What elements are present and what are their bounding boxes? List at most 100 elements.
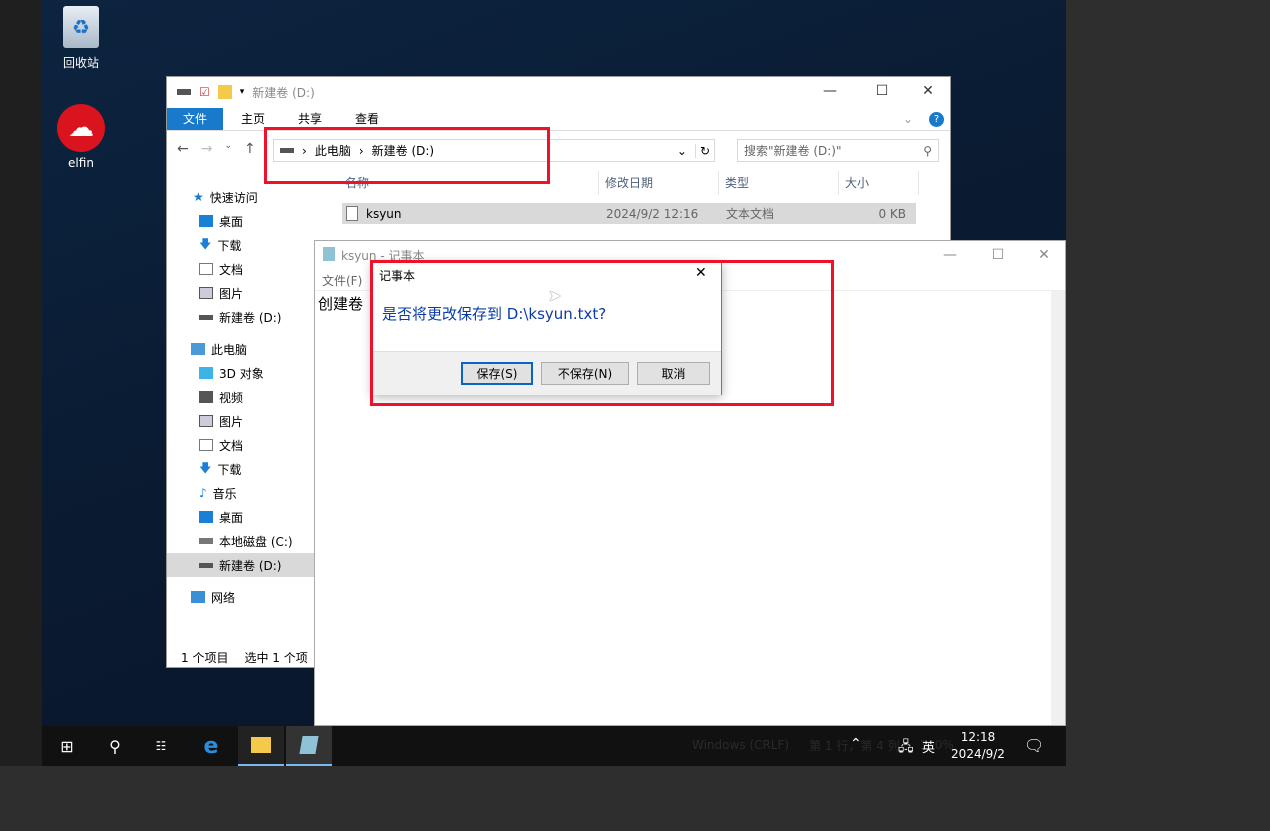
cube-icon xyxy=(199,367,213,379)
picture-icon xyxy=(199,287,213,299)
nav-label: 网络 xyxy=(211,590,236,605)
computer-icon xyxy=(191,343,205,355)
forward-arrow-icon[interactable]: → xyxy=(201,141,213,157)
action-center-icon[interactable]: 🗨 xyxy=(1024,736,1044,755)
search-icon: ⚲ xyxy=(923,143,932,158)
nav-label: 新建卷 (D:) xyxy=(219,310,282,325)
clock[interactable]: 12:18 2024/9/2 xyxy=(948,729,1008,763)
show-hidden-icons-button[interactable]: ⌃ xyxy=(850,736,862,752)
nav-drive-c[interactable]: 本地磁盘 (C:) xyxy=(167,529,315,553)
close-button[interactable]: ✕ xyxy=(905,77,951,105)
nav-label: 桌面 xyxy=(219,510,244,525)
nav-network[interactable]: 网络 xyxy=(167,585,315,609)
search-input[interactable]: 搜索"新建卷 (D:)" ⚲ xyxy=(737,139,939,162)
text-file-icon xyxy=(346,206,358,221)
nav-downloads[interactable]: 🡇 下载 xyxy=(167,233,315,257)
ime-indicator[interactable]: 英 xyxy=(922,737,935,756)
nav-label: 视频 xyxy=(219,390,244,405)
file-row[interactable]: ksyun 2024/9/2 12:16 文本文档 0 KB xyxy=(342,203,916,224)
notepad-taskbar-button[interactable] xyxy=(286,726,332,766)
notepad-text-area[interactable]: 创建卷 xyxy=(318,293,363,314)
elfin-shortcut[interactable]: ☁ elfin xyxy=(46,104,116,170)
ie-icon: e xyxy=(203,733,219,759)
nav-label: 快速访问 xyxy=(209,190,258,205)
nav-drive-d-quick[interactable]: 新建卷 (D:) xyxy=(167,305,315,329)
nav-videos[interactable]: 视频 xyxy=(167,385,315,409)
nav-label: 3D 对象 xyxy=(219,366,264,381)
column-type[interactable]: 类型 xyxy=(719,171,839,195)
nav-pc-documents[interactable]: 文档 xyxy=(167,433,315,457)
nav-desktop[interactable]: 桌面 xyxy=(167,209,315,233)
nav-drive-d[interactable]: 新建卷 (D:) xyxy=(167,553,315,577)
menu-file[interactable]: 文件(F) xyxy=(322,274,362,288)
notepad-minimize-button[interactable]: — xyxy=(927,241,973,269)
task-view-icon: ☷ xyxy=(155,739,167,753)
file-explorer-button[interactable] xyxy=(238,726,284,766)
desktop-icon xyxy=(199,215,213,227)
explorer-statusbar: 1 个项目 选中 1 个项 xyxy=(181,649,308,666)
download-icon: 🡇 xyxy=(199,236,212,251)
drive-icon xyxy=(199,562,213,568)
search-button[interactable]: ⚲ xyxy=(92,726,138,766)
nav-label: 图片 xyxy=(219,286,244,301)
nav-3d-objects[interactable]: 3D 对象 xyxy=(167,361,315,385)
address-highlight-box xyxy=(264,127,550,184)
quick-access-dropdown-icon[interactable]: ▾ xyxy=(240,87,245,97)
file-type: 文本文档 xyxy=(726,207,775,221)
network-warning-icon[interactable]: 🖧 xyxy=(898,736,914,760)
back-arrow-icon[interactable]: ← xyxy=(177,141,189,157)
help-icon[interactable]: ? xyxy=(929,112,944,127)
nav-label: 图片 xyxy=(219,414,244,429)
start-button[interactable]: ⊞ xyxy=(44,726,90,766)
nav-label: 文档 xyxy=(219,262,244,277)
refresh-icon[interactable]: ↻ xyxy=(694,143,714,158)
column-size[interactable]: 大小 xyxy=(839,171,919,195)
notepad-maximize-button[interactable]: ☐ xyxy=(975,241,1021,269)
recent-dropdown-icon[interactable]: ⌄ xyxy=(224,141,232,157)
nav-buttons: ← → ⌄ ↑ xyxy=(177,141,256,157)
internet-explorer-button[interactable]: e xyxy=(188,726,234,766)
picture-icon xyxy=(199,415,213,427)
maximize-button[interactable]: ☐ xyxy=(859,77,905,105)
nav-pc-pictures[interactable]: 图片 xyxy=(167,409,315,433)
up-arrow-icon[interactable]: ↑ xyxy=(244,141,256,157)
nav-pc-desktop[interactable]: 桌面 xyxy=(167,505,315,529)
dialog-highlight-box xyxy=(370,260,834,406)
drive-icon xyxy=(199,314,213,320)
clock-date: 2024/9/2 xyxy=(951,747,1005,761)
nav-this-pc[interactable]: 此电脑 xyxy=(167,337,315,361)
task-view-button[interactable]: ☷ xyxy=(138,726,184,766)
nav-documents[interactable]: 文档 xyxy=(167,257,315,281)
nav-music[interactable]: ♪ 音乐 xyxy=(167,481,315,505)
recycle-bin-shortcut[interactable]: ♻ 回收站 xyxy=(46,6,116,71)
screen-border xyxy=(0,0,42,766)
notepad-icon xyxy=(323,247,335,261)
new-folder-icon[interactable] xyxy=(217,85,232,99)
nav-pc-downloads[interactable]: 🡇 下载 xyxy=(167,457,315,481)
nav-pictures[interactable]: 图片 xyxy=(167,281,315,305)
expand-ribbon-icon[interactable]: ⌄ xyxy=(903,108,923,130)
window-title: 新建卷 (D:) xyxy=(252,85,315,100)
address-dropdown-icon[interactable]: ⌄ xyxy=(677,144,687,158)
document-icon xyxy=(199,439,213,451)
notepad-scrollbar[interactable] xyxy=(1051,291,1065,725)
search-icon: ⚲ xyxy=(109,736,121,756)
nav-label: 此电脑 xyxy=(211,342,248,357)
clock-time: 12:18 xyxy=(960,730,996,744)
notepad-icon xyxy=(299,736,319,754)
nav-label: 新建卷 (D:) xyxy=(219,558,282,573)
nav-quick-access[interactable]: ★ 快速访问 xyxy=(167,185,315,209)
selected-count: 选中 1 个项 xyxy=(244,651,308,665)
item-count: 1 个项目 xyxy=(181,651,229,665)
file-name: ksyun xyxy=(366,206,402,221)
properties-icon[interactable]: ☑ xyxy=(199,85,210,99)
tab-file[interactable]: 文件 xyxy=(167,108,223,130)
minimize-button[interactable]: — xyxy=(807,77,853,105)
nav-label: 本地磁盘 (C:) xyxy=(219,534,293,549)
notepad-close-button[interactable]: ✕ xyxy=(1021,241,1067,269)
windows-logo-icon: ⊞ xyxy=(60,736,74,756)
taskbar: Windows (CRLF) 第 1 行，第 4 列 100% ⊞ ⚲ ☷ e … xyxy=(42,726,1066,766)
music-icon: ♪ xyxy=(199,486,207,500)
network-icon xyxy=(191,591,205,603)
column-date[interactable]: 修改日期 xyxy=(599,171,719,195)
